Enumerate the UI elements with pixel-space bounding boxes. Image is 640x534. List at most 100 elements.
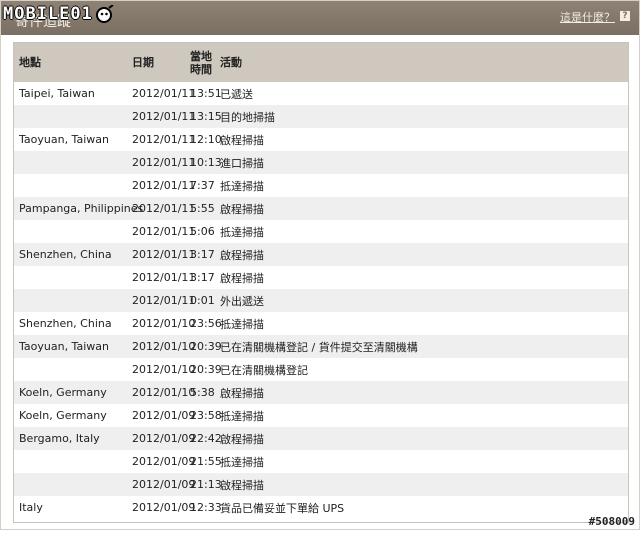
cell-time: 12:33: [190, 501, 222, 514]
cell-location: Italy: [19, 501, 43, 514]
cell-date: 2012/01/11: [132, 271, 196, 284]
cell-date: 2012/01/09: [132, 478, 196, 491]
cell-time: 13:15: [190, 110, 222, 123]
cell-time: 23:58: [190, 409, 222, 422]
cell-activity: 貨品已備妥並下單給 UPS: [220, 501, 345, 515]
table-row: 2012/01/11 10:13 進口掃描: [14, 151, 628, 174]
cell-activity: 啟程掃描: [220, 133, 264, 147]
cell-time: 5:06: [190, 225, 215, 238]
logo-text: MOBILE01: [3, 4, 93, 24]
cell-location: [14, 220, 127, 243]
table-row: 2012/01/11 13:15 目的地掃描: [14, 105, 628, 128]
table-row: 2012/01/11 7:37 抵達掃描: [14, 174, 628, 197]
column-header-time: 當地時間: [185, 43, 215, 82]
cell-time: 5:38: [190, 386, 215, 399]
cell-activity: 目的地掃描: [220, 110, 275, 124]
cell-activity: 啟程掃描: [220, 478, 264, 492]
cell-date: 2012/01/10: [132, 340, 196, 353]
cell-location: Pampanga, Philippines: [19, 202, 144, 215]
table-row: Taipei, Taiwan 2012/01/11 13:51 已遞送: [14, 82, 628, 105]
cell-date: 2012/01/09: [132, 409, 196, 422]
cell-date: 2012/01/09: [132, 432, 196, 445]
cell-date: 2012/01/09: [132, 501, 196, 514]
table-row: Bergamo, Italy 2012/01/09 22:42 啟程掃描: [14, 427, 628, 450]
cell-date: 2012/01/11: [132, 248, 196, 261]
table-row: Taoyuan, Taiwan 2012/01/11 12:10 啟程掃描: [14, 128, 628, 151]
table-row: 2012/01/09 21:13 啟程掃描: [14, 473, 628, 496]
panel-header: 寄件追蹤 MOBILE01 這是什麼？ ?: [1, 1, 639, 35]
column-header-activity: 活動: [220, 56, 242, 69]
cell-time: 3:17: [190, 248, 215, 261]
cell-time: 0:01: [190, 294, 215, 307]
table-row: Koeln, Germany 2012/01/09 23:58 抵達掃描: [14, 404, 628, 427]
table-row: Taoyuan, Taiwan 2012/01/10 20:39 已在清關機構登記 /…: [14, 335, 628, 358]
site-logo: MOBILE01: [3, 3, 115, 25]
cell-location: [14, 473, 127, 496]
cell-activity: 啟程掃描: [220, 432, 264, 446]
help-link[interactable]: 這是什麼？: [560, 9, 615, 25]
cell-activity: 已在清關機構登記: [220, 363, 308, 377]
cell-location: Koeln, Germany: [19, 409, 107, 422]
cell-date: 2012/01/11: [132, 202, 196, 215]
cell-location: Koeln, Germany: [19, 386, 107, 399]
cell-date: 2012/01/11: [132, 179, 196, 192]
column-header-location: 地點: [19, 56, 41, 69]
cell-time: 21:13: [190, 478, 222, 491]
cell-date: 2012/01/11: [132, 133, 196, 146]
table-row: Shenzhen, China 2012/01/11 3:17 啟程掃描: [14, 243, 628, 266]
cell-location: Taoyuan, Taiwan: [19, 340, 109, 353]
cell-location: Bergamo, Italy: [19, 432, 100, 445]
cell-activity: 進口掃描: [220, 156, 264, 170]
table-row: 2012/01/11 0:01 外出遞送: [14, 289, 628, 312]
tracking-table: 地點 日期 當地時間 活動 Taipei, Taiwan 2012/01/11 13…: [13, 42, 629, 523]
cell-activity: 外出遞送: [220, 294, 264, 308]
cell-time: 13:51: [190, 87, 222, 100]
cell-time: 7:37: [190, 179, 215, 192]
table-row: Koeln, Germany 2012/01/10 5:38 啟程掃描: [14, 381, 628, 404]
cell-date: 2012/01/10: [132, 317, 196, 330]
cell-location: Taoyuan, Taiwan: [19, 133, 109, 146]
column-header-date: 日期: [132, 56, 154, 69]
table-row: Shenzhen, China 2012/01/10 23:56 抵達掃描: [14, 312, 628, 335]
cell-location: [14, 450, 127, 473]
cell-time: 20:39: [190, 340, 222, 353]
cell-location: [14, 174, 127, 197]
cell-location: [14, 151, 127, 174]
watermark: #508009: [588, 515, 635, 528]
cell-location: [14, 266, 127, 289]
cell-activity: 抵達掃描: [220, 179, 264, 193]
logo-face-icon: [95, 4, 115, 23]
cell-date: 2012/01/10: [132, 386, 196, 399]
cell-activity: 啟程掃描: [220, 248, 264, 262]
table-row: 2012/01/10 20:39 已在清關機構登記: [14, 358, 628, 381]
cell-time: 12:10: [190, 133, 222, 146]
cell-activity: 抵達掃描: [220, 317, 264, 331]
cell-date: 2012/01/09: [132, 455, 196, 468]
cell-activity: 抵達掃描: [220, 409, 264, 423]
column-header-time-label: 當地時間: [190, 49, 212, 76]
cell-date: 2012/01/10: [132, 363, 196, 376]
cell-location: Taipei, Taiwan: [19, 87, 95, 100]
cell-date: 2012/01/11: [132, 156, 196, 169]
cell-time: 10:13: [190, 156, 222, 169]
cell-activity: 已在清關機構登記 / 貨件提交至清關機構: [220, 340, 418, 354]
cell-location: [14, 358, 127, 381]
table-row: Italy 2012/01/09 12:33 貨品已備妥並下單給 UPS: [14, 496, 628, 519]
help-icon[interactable]: ?: [620, 11, 630, 21]
cell-time: 21:55: [190, 455, 222, 468]
cell-date: 2012/01/11: [132, 225, 196, 238]
cell-activity: 啟程掃描: [220, 202, 264, 216]
cell-date: 2012/01/11: [132, 110, 196, 123]
table-header-row: 地點 日期 當地時間 活動: [14, 43, 628, 82]
table-row: 2012/01/11 3:17 啟程掃描: [14, 266, 628, 289]
cell-time: 5:55: [190, 202, 215, 215]
tracking-panel: 寄件追蹤 MOBILE01 這是什麼？ ? 地點 日期 當地時間 活動 Taip…: [0, 0, 640, 530]
cell-location: Shenzhen, China: [19, 248, 112, 261]
cell-time: 23:56: [190, 317, 222, 330]
table-row: 2012/01/09 21:55 抵達掃描: [14, 450, 628, 473]
cell-activity: 抵達掃描: [220, 225, 264, 239]
cell-time: 3:17: [190, 271, 215, 284]
cell-location: [14, 289, 127, 312]
tracking-rows: Taipei, Taiwan 2012/01/11 13:51 已遞送 2012/01/…: [14, 82, 628, 519]
cell-activity: 已遞送: [220, 87, 253, 101]
